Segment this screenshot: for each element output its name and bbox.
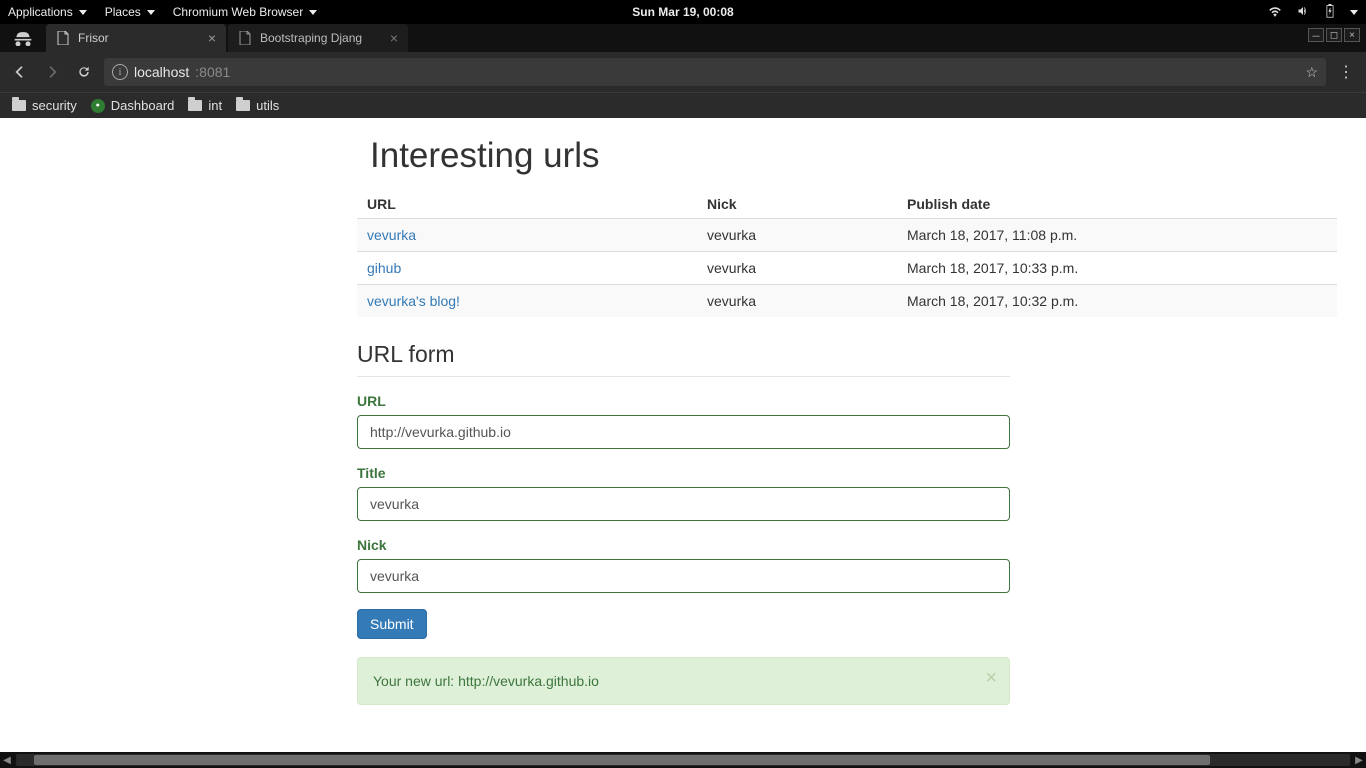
reload-button[interactable] [72,60,96,84]
urls-table: URL Nick Publish date vevurka vevurka Ma… [357,190,1337,317]
horizontal-scrollbar[interactable]: ◀ ▶ [0,752,1366,768]
window-minimize-button[interactable]: － [1308,28,1324,42]
window-close-button[interactable]: × [1344,28,1360,42]
tab-frisor[interactable]: Frisor × [46,24,226,52]
page-icon [238,31,252,45]
folder-icon [12,100,26,111]
browser-toolbar: i localhost :8081 ☆ ⋮ [0,52,1366,92]
address-bar[interactable]: i localhost :8081 ☆ [104,58,1326,86]
browser-menu-button[interactable]: ⋮ [1334,62,1358,82]
table-row: gihub vevurka March 18, 2017, 10:33 p.m. [357,252,1337,285]
window-maximize-button[interactable]: ◻ [1326,28,1342,42]
title-label: Title [357,465,1010,481]
table-row: vevurka's blog! vevurka March 18, 2017, … [357,285,1337,318]
app-icon: ● [91,99,105,113]
gnome-applications-label: Applications [8,5,73,19]
tab-close-icon[interactable]: × [390,31,398,45]
form-group-nick: Nick [357,537,1010,593]
date-cell: March 18, 2017, 10:32 p.m. [897,285,1337,318]
page-content: Interesting urls URL Nick Publish date v… [0,118,1366,752]
scroll-track[interactable] [16,754,1350,766]
bookmark-star-icon[interactable]: ☆ [1305,64,1318,81]
folder-icon [188,100,202,111]
success-alert: Your new url: http://vevurka.github.io × [357,657,1010,705]
page-icon [56,31,70,45]
gnome-applications-menu[interactable]: Applications [8,5,87,19]
tab-title: Frisor [78,31,109,45]
forward-button[interactable] [40,60,64,84]
form-heading: URL form [357,341,1010,377]
address-host: localhost [134,64,189,80]
nick-label: Nick [357,537,1010,553]
window-controls: － ◻ × [1302,24,1366,52]
bookmark-utils[interactable]: utils [236,98,279,113]
bookmark-label: Dashboard [111,98,175,113]
bookmark-security[interactable]: security [12,98,77,113]
date-cell: March 18, 2017, 11:08 p.m. [897,219,1337,252]
nick-input[interactable] [357,559,1010,593]
wifi-icon[interactable] [1268,5,1282,20]
gnome-places-menu[interactable]: Places [105,5,155,19]
incognito-icon [0,24,46,52]
gnome-active-app-label: Chromium Web Browser [173,5,303,19]
date-cell: March 18, 2017, 10:33 p.m. [897,252,1337,285]
form-group-title: Title [357,465,1010,521]
tab-bootstraping-django[interactable]: Bootstraping Djang × [228,24,408,52]
url-label: URL [357,393,1010,409]
scroll-left-button[interactable]: ◀ [0,753,14,767]
gnome-clock[interactable]: Sun Mar 19, 00:08 [632,5,733,19]
bookmarks-bar: security ● Dashboard int utils [0,92,1366,118]
volume-icon[interactable] [1296,5,1310,20]
title-input[interactable] [357,487,1010,521]
url-link[interactable]: vevurka's blog! [367,293,460,309]
column-url: URL [357,190,697,219]
tab-close-icon[interactable]: × [208,31,216,45]
column-date: Publish date [897,190,1337,219]
bookmark-label: security [32,98,77,113]
gnome-top-bar: Applications Places Chromium Web Browser… [0,0,1366,24]
chevron-down-icon [79,10,87,15]
url-input[interactable] [357,415,1010,449]
chevron-down-icon [309,10,317,15]
site-info-icon[interactable]: i [112,64,128,80]
page-title: Interesting urls [370,136,1337,176]
bookmark-int[interactable]: int [188,98,222,113]
system-menu-icon[interactable] [1350,10,1358,15]
alert-text: Your new url: http://vevurka.github.io [373,673,599,689]
gnome-active-app-menu[interactable]: Chromium Web Browser [173,5,317,19]
nick-cell: vevurka [697,219,897,252]
browser-window: Frisor × Bootstraping Djang × － ◻ × i lo… [0,24,1366,118]
submit-button[interactable]: Submit [357,609,427,639]
back-button[interactable] [8,60,32,84]
nick-cell: vevurka [697,285,897,318]
chevron-down-icon [147,10,155,15]
gnome-places-label: Places [105,5,141,19]
column-nick: Nick [697,190,897,219]
table-row: vevurka vevurka March 18, 2017, 11:08 p.… [357,219,1337,252]
address-port: :8081 [195,64,230,80]
scroll-thumb[interactable] [34,755,1210,765]
folder-icon [236,100,250,111]
battery-icon[interactable] [1324,4,1336,21]
bookmark-label: int [208,98,222,113]
tab-title: Bootstraping Djang [260,31,362,45]
bookmark-label: utils [256,98,279,113]
scroll-right-button[interactable]: ▶ [1352,753,1366,767]
url-link[interactable]: gihub [367,260,401,276]
url-link[interactable]: vevurka [367,227,416,243]
nick-cell: vevurka [697,252,897,285]
alert-close-icon[interactable]: × [985,668,997,688]
tab-strip: Frisor × Bootstraping Djang × － ◻ × [0,24,1366,52]
bookmark-dashboard[interactable]: ● Dashboard [91,98,175,113]
form-group-url: URL [357,393,1010,449]
